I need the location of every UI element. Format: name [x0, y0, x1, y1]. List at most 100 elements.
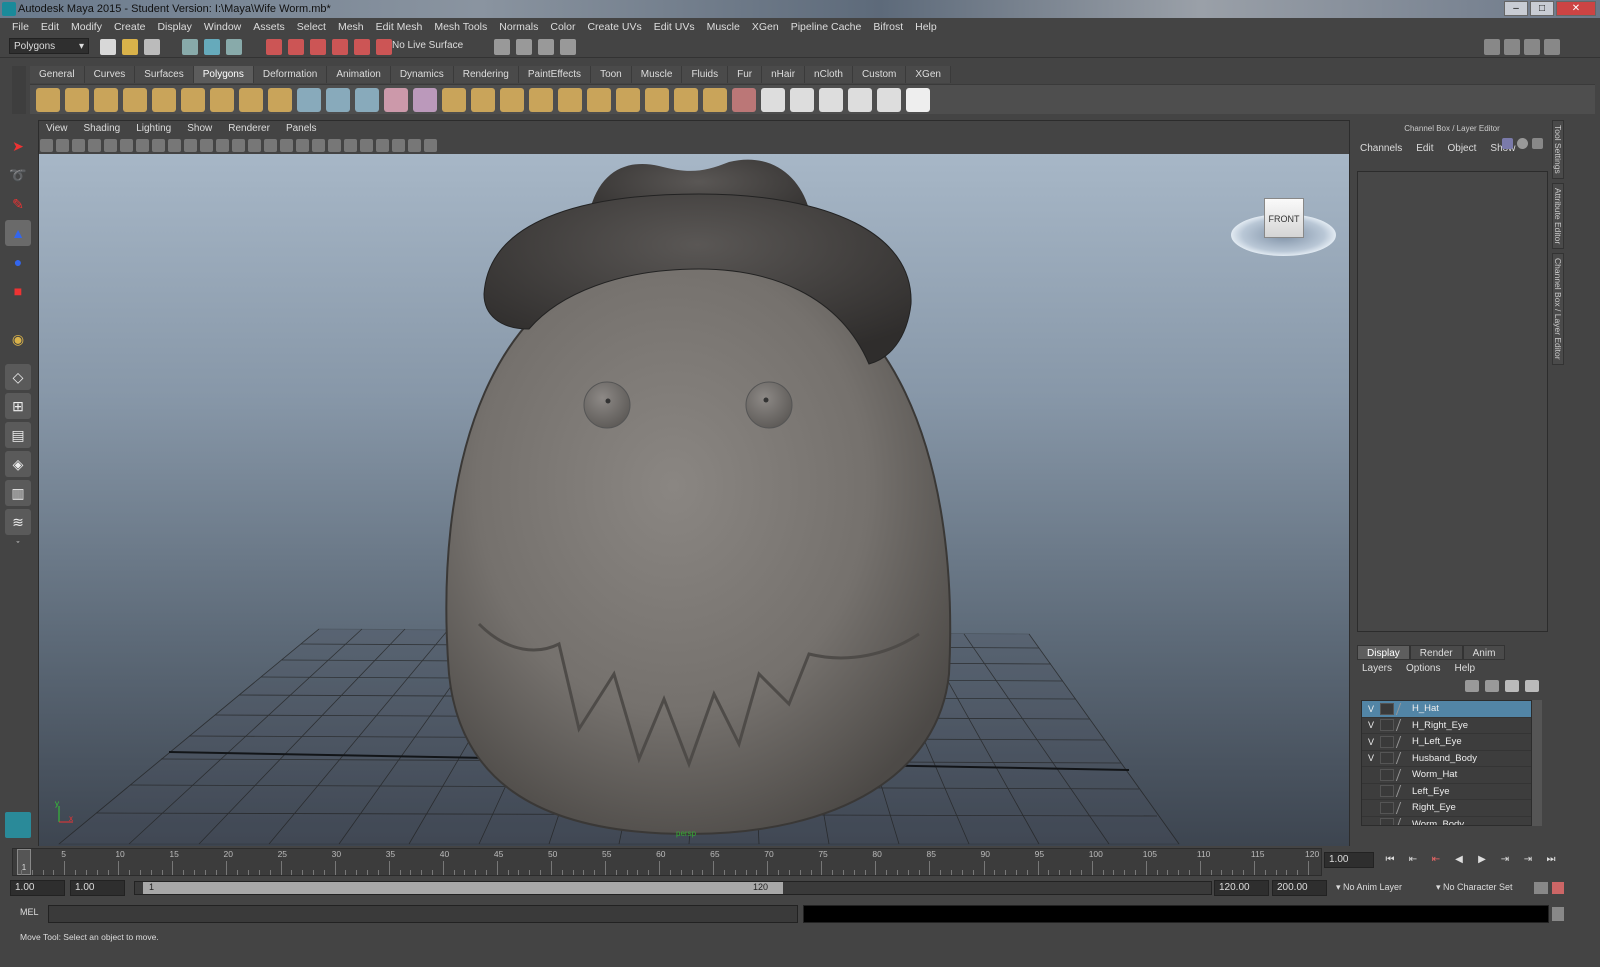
side-tab-tool-settings[interactable]: Tool Settings: [1552, 120, 1564, 179]
bevel-icon[interactable]: [587, 87, 611, 112]
menu-window[interactable]: Window: [198, 21, 247, 33]
checker-texture-icon[interactable]: [906, 87, 930, 112]
shelf-tab-surfaces[interactable]: Surfaces: [135, 66, 194, 83]
layer-name[interactable]: Left_Eye: [1412, 786, 1450, 797]
layer-visibility-toggle[interactable]: V: [1362, 753, 1380, 763]
render-frame-icon[interactable]: [516, 39, 532, 55]
fill-hole-icon[interactable]: [558, 87, 582, 112]
motion-blur-icon[interactable]: [344, 138, 357, 152]
snap-plane-icon[interactable]: [332, 39, 348, 55]
shelf-tab-muscle[interactable]: Muscle: [631, 66, 683, 83]
minimize-button[interactable]: –: [1504, 1, 1528, 16]
single-perspective-layout-icon[interactable]: ◇: [5, 364, 31, 390]
safe-title-icon[interactable]: [232, 138, 245, 152]
snap-grid-icon[interactable]: [266, 39, 282, 55]
open-scene-icon[interactable]: [122, 39, 138, 55]
layer-row[interactable]: V H_Right_Eye: [1362, 718, 1531, 734]
step-forward-key-icon[interactable]: ⇥: [1520, 852, 1536, 868]
hypershade-layout-icon[interactable]: ▥: [5, 480, 31, 506]
menu-mesh[interactable]: Mesh: [332, 21, 370, 33]
layouts-chevron-icon[interactable]: ˇ: [5, 538, 31, 552]
layer-name[interactable]: Worm_Body: [1412, 819, 1464, 825]
shelf-tab-dynamics[interactable]: Dynamics: [390, 66, 454, 83]
poly-cube-icon[interactable]: [65, 87, 89, 112]
xray-joints-icon[interactable]: [392, 138, 405, 152]
menu-muscle[interactable]: Muscle: [701, 21, 746, 33]
anim-layer-dropdown[interactable]: ▾ No Anim Layer: [1336, 882, 1402, 893]
make-live-icon[interactable]: [376, 39, 392, 55]
layer-display-type-toggle[interactable]: [1380, 785, 1394, 798]
persp-graph-layout-icon[interactable]: ◈: [5, 451, 31, 477]
layer-row[interactable]: Right_Eye: [1362, 800, 1531, 817]
playback-start-field[interactable]: 1.00: [70, 880, 125, 896]
poly-torus-icon[interactable]: [181, 87, 205, 112]
layer-color-swatch[interactable]: [1395, 768, 1411, 781]
play-backwards-icon[interactable]: ◀: [1451, 852, 1467, 868]
menu-set-dropdown[interactable]: Polygons ▾: [9, 38, 89, 54]
menu-create-uvs[interactable]: Create UVs: [581, 21, 647, 33]
panel-menu-panels[interactable]: Panels: [278, 121, 325, 137]
layer-display-type-toggle[interactable]: [1380, 719, 1394, 732]
side-tab-attribute-editor[interactable]: Attribute Editor: [1552, 182, 1564, 249]
panel-menu-view[interactable]: View: [38, 121, 76, 137]
viewcube-front-face[interactable]: FRONT: [1264, 198, 1304, 238]
shelf-tab-polygons[interactable]: Polygons: [193, 66, 254, 83]
poly-sphere-icon[interactable]: [36, 87, 60, 112]
menu-color[interactable]: Color: [544, 21, 581, 33]
channel-sort-icon[interactable]: [1517, 138, 1528, 149]
menu-pipeline-cache[interactable]: Pipeline Cache: [785, 21, 868, 33]
poly-cone-icon[interactable]: [123, 87, 147, 112]
split-polygon-icon[interactable]: [645, 87, 669, 112]
layer-row[interactable]: V Husband_Body: [1362, 751, 1531, 767]
camera-attributes-icon[interactable]: [56, 138, 69, 152]
layer-visibility-toggle[interactable]: V: [1362, 704, 1380, 714]
new-layer-icon[interactable]: [1505, 680, 1519, 692]
uv-cylindrical-icon[interactable]: [819, 87, 843, 112]
layer-color-swatch[interactable]: [1395, 735, 1411, 748]
step-forward-frame-icon[interactable]: ⇥: [1497, 852, 1513, 868]
shelf-tab-nhair[interactable]: nHair: [762, 66, 806, 83]
poly-pipe-icon[interactable]: [239, 87, 263, 112]
shelf-tab-rendering[interactable]: Rendering: [453, 66, 519, 83]
shelf-tab-toon[interactable]: Toon: [591, 66, 632, 83]
panel-menu-shading[interactable]: Shading: [76, 121, 129, 137]
menu-display[interactable]: Display: [151, 21, 197, 33]
layer-tab-display[interactable]: Display: [1357, 645, 1410, 660]
ipr-render-icon[interactable]: [538, 39, 554, 55]
layer-move-up-icon[interactable]: [1465, 680, 1479, 692]
shelf-tab-custom[interactable]: Custom: [852, 66, 907, 83]
layer-menu-options[interactable]: Options: [1406, 663, 1440, 674]
close-button[interactable]: ✕: [1556, 1, 1596, 16]
lasso-tool-icon[interactable]: ➰: [5, 162, 31, 188]
image-plane-icon[interactable]: [88, 138, 101, 152]
shelf-tab-curves[interactable]: Curves: [84, 66, 136, 83]
panel-menu-renderer[interactable]: Renderer: [220, 121, 278, 137]
rotate-tool-icon[interactable]: ●: [5, 249, 31, 275]
layer-color-swatch[interactable]: [1395, 752, 1411, 765]
menu-assets[interactable]: Assets: [247, 21, 291, 33]
layer-name[interactable]: Worm_Hat: [1412, 769, 1457, 780]
resolution-gate-icon[interactable]: [168, 138, 181, 152]
gate-mask-icon[interactable]: [184, 138, 197, 152]
poly-soccer-ball-icon[interactable]: [268, 87, 292, 112]
select-hierarchy-icon[interactable]: [182, 39, 198, 55]
tool-settings-toggle-icon[interactable]: [1524, 39, 1540, 55]
menu-edit-mesh[interactable]: Edit Mesh: [370, 21, 429, 33]
persp-outliner-layout-icon[interactable]: ▤: [5, 422, 31, 448]
safe-action-icon[interactable]: [216, 138, 229, 152]
shadows-icon[interactable]: [312, 138, 325, 152]
paint-select-tool-icon[interactable]: ✎: [5, 191, 31, 217]
panel-menu-show[interactable]: Show: [179, 121, 220, 137]
poly-plane-icon[interactable]: [152, 87, 176, 112]
layer-color-swatch[interactable]: [1395, 702, 1411, 715]
menu-mesh-tools[interactable]: Mesh Tools: [428, 21, 493, 33]
textured-icon[interactable]: [280, 138, 293, 152]
channel-pin-icon[interactable]: [1532, 138, 1543, 149]
perspective-viewport[interactable]: y x persp FRONT: [39, 154, 1349, 846]
layer-menu-layers[interactable]: Layers: [1362, 663, 1392, 674]
menu-select[interactable]: Select: [291, 21, 332, 33]
channel-box-menu-edit[interactable]: Edit: [1416, 143, 1433, 154]
current-frame-marker[interactable]: 1: [17, 849, 31, 875]
shelf-tab-ncloth[interactable]: nCloth: [805, 66, 853, 83]
playback-end-field[interactable]: 120.00: [1214, 880, 1269, 896]
